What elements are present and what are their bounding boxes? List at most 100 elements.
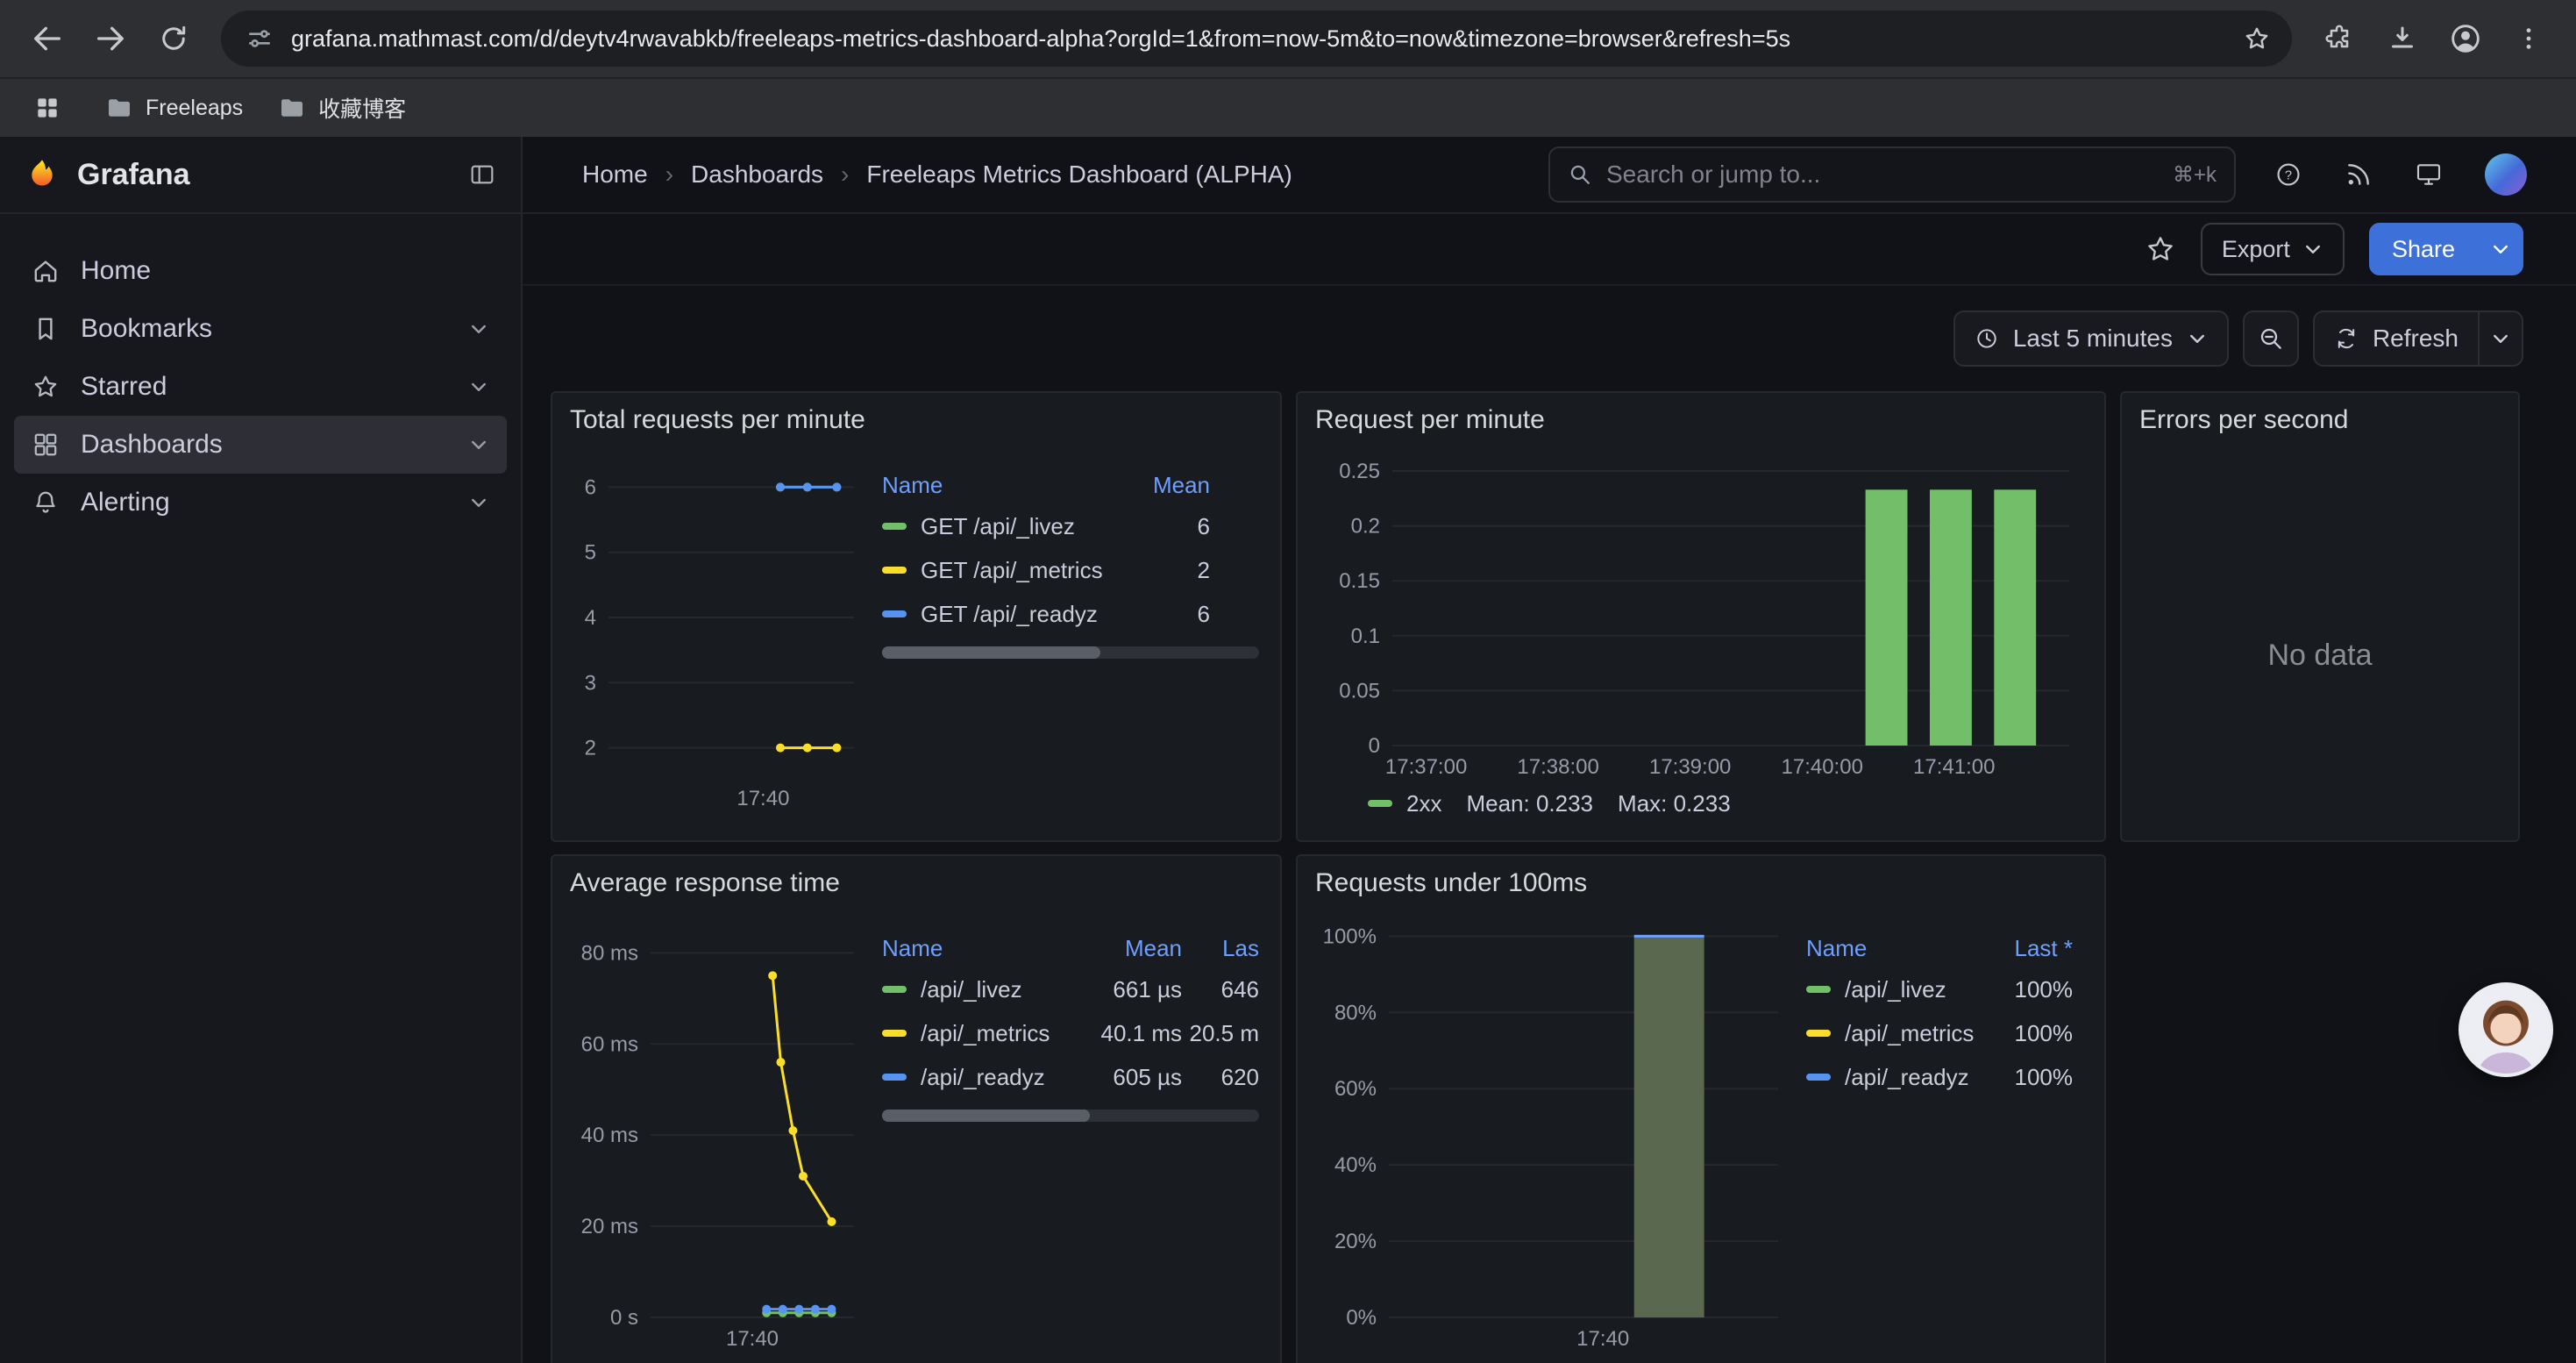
series-name[interactable]: /api/_readyz bbox=[921, 1064, 1045, 1091]
legend-header-last[interactable]: Last * bbox=[1982, 935, 2073, 962]
zoom-out-button[interactable] bbox=[2243, 310, 2299, 367]
legend-row: /api/_readyz 605 µs 620 bbox=[882, 1055, 1259, 1099]
share-button[interactable]: Share bbox=[2369, 223, 2478, 275]
svg-text:2: 2 bbox=[585, 737, 596, 760]
panel-requests-under-100ms: Requests under 100ms 0%20%40%60%80%100%1… bbox=[1296, 854, 2106, 1363]
svg-text:60 ms: 60 ms bbox=[581, 1032, 638, 1056]
chevron-down-icon[interactable] bbox=[468, 318, 489, 339]
legend-row: GET /api/_readyz 6 bbox=[882, 592, 1210, 636]
series-name[interactable]: /api/_metrics bbox=[1845, 1020, 1974, 1047]
request-per-minute-chart[interactable]: 00.050.10.150.20.2517:37:0017:38:0017:39… bbox=[1315, 440, 2087, 781]
bookmark-star-icon[interactable] bbox=[2232, 14, 2281, 63]
breadcrumb-dashboards[interactable]: Dashboards bbox=[691, 161, 823, 189]
panel-title[interactable]: Request per minute bbox=[1298, 393, 2104, 440]
svg-text:40 ms: 40 ms bbox=[581, 1124, 638, 1147]
breadcrumb-separator: › bbox=[841, 161, 849, 189]
share-button-group: Share bbox=[2369, 223, 2523, 275]
forward-button[interactable] bbox=[81, 9, 140, 68]
svg-text:17:40: 17:40 bbox=[726, 1327, 779, 1351]
series-name[interactable]: GET /api/_livez bbox=[921, 513, 1075, 540]
panel-title[interactable]: Requests under 100ms bbox=[1298, 856, 2104, 903]
extensions-icon[interactable] bbox=[2309, 9, 2369, 68]
panel-title[interactable]: Average response time bbox=[552, 856, 1280, 903]
help-icon[interactable]: ? bbox=[2274, 161, 2302, 189]
svg-text:17:37:00: 17:37:00 bbox=[1385, 755, 1467, 779]
url-text[interactable]: grafana.mathmast.com/d/deytv4rwavabkb/fr… bbox=[291, 25, 2215, 53]
refresh-button[interactable]: Refresh bbox=[2315, 312, 2478, 365]
requests-under-100ms-chart[interactable]: 0%20%40%60%80%100%17:40 bbox=[1308, 903, 1796, 1352]
series-mean: 605 µs bbox=[1080, 1064, 1182, 1091]
user-avatar[interactable] bbox=[2485, 153, 2527, 196]
apps-grid-icon[interactable] bbox=[25, 85, 70, 131]
scrollbar-thumb[interactable] bbox=[882, 646, 1100, 659]
favorite-star-icon[interactable] bbox=[2145, 233, 2176, 265]
back-button[interactable] bbox=[18, 9, 77, 68]
breadcrumb-home[interactable]: Home bbox=[582, 161, 648, 189]
sidebar-item-label: Alerting bbox=[81, 488, 170, 517]
svg-text:0 s: 0 s bbox=[610, 1306, 638, 1330]
series-name[interactable]: GET /api/_readyz bbox=[921, 601, 1098, 628]
series-swatch bbox=[882, 986, 907, 993]
chevron-down-icon[interactable] bbox=[468, 376, 489, 397]
legend-header-name[interactable]: Name bbox=[1806, 935, 1982, 962]
panel-title[interactable]: Total requests per minute bbox=[552, 393, 1280, 440]
svg-text:17:39:00: 17:39:00 bbox=[1649, 755, 1731, 779]
assistant-avatar-image bbox=[2462, 986, 2550, 1074]
breadcrumb-separator: › bbox=[665, 161, 673, 189]
legend-header-mean[interactable]: Mean bbox=[1080, 935, 1182, 962]
legend-hscrollbar[interactable] bbox=[882, 646, 1259, 659]
menu-kebab-icon[interactable] bbox=[2499, 9, 2558, 68]
series-name[interactable]: GET /api/_metrics bbox=[921, 557, 1103, 584]
svg-text:60%: 60% bbox=[1334, 1077, 1377, 1101]
legend-header-name[interactable]: Name bbox=[882, 472, 1108, 499]
site-info-icon[interactable] bbox=[246, 25, 274, 53]
address-bar[interactable]: grafana.mathmast.com/d/deytv4rwavabkb/fr… bbox=[221, 11, 2292, 67]
average-response-time-chart[interactable]: 0 s20 ms40 ms60 ms80 ms17:40 bbox=[563, 903, 872, 1352]
news-rss-icon[interactable] bbox=[2345, 161, 2373, 189]
scrollbar-thumb[interactable] bbox=[882, 1110, 1090, 1122]
bookmarks-bar: Freeleaps 收藏博客 bbox=[0, 77, 2576, 137]
breadcrumb-current[interactable]: Freeleaps Metrics Dashboard (ALPHA) bbox=[866, 161, 1292, 189]
legend-header-mean[interactable]: Mean bbox=[1108, 472, 1210, 499]
bookmark-folder-blog[interactable]: 收藏博客 bbox=[278, 92, 406, 124]
series-name[interactable]: /api/_metrics bbox=[921, 1020, 1050, 1047]
sidebar-item-starred[interactable]: Starred bbox=[14, 358, 507, 416]
total-requests-chart[interactable]: 6543217:40 bbox=[563, 440, 872, 812]
profile-icon[interactable] bbox=[2436, 9, 2495, 68]
search-box[interactable]: ⌘+k bbox=[1548, 146, 2236, 203]
dock-sidebar-icon[interactable] bbox=[468, 161, 496, 189]
series-mean: 661 µs bbox=[1080, 976, 1182, 1003]
bookmark-label: Freeleaps bbox=[146, 96, 243, 121]
monitor-icon[interactable] bbox=[2415, 161, 2443, 189]
legend-row: /api/_metrics 40.1 ms 20.5 m bbox=[882, 1011, 1259, 1055]
legend-hscrollbar[interactable] bbox=[882, 1110, 1259, 1122]
sidebar-item-home[interactable]: Home bbox=[14, 242, 507, 300]
sidebar-item-alerting[interactable]: Alerting bbox=[14, 474, 507, 532]
time-range-picker[interactable]: Last 5 minutes bbox=[1953, 310, 2229, 367]
panel-title[interactable]: Errors per second bbox=[2122, 393, 2518, 440]
assistant-avatar-button[interactable] bbox=[2459, 982, 2553, 1077]
series-swatch bbox=[1368, 800, 1392, 807]
grafana-logo[interactable] bbox=[25, 157, 60, 192]
series-name[interactable]: 2xx bbox=[1406, 790, 1441, 817]
series-name[interactable]: /api/_livez bbox=[1845, 976, 1946, 1003]
bookmark-folder-freeleaps[interactable]: Freeleaps bbox=[105, 94, 243, 122]
downloads-icon[interactable] bbox=[2373, 9, 2432, 68]
series-name[interactable]: /api/_readyz bbox=[1845, 1064, 1969, 1091]
series-name[interactable]: /api/_livez bbox=[921, 976, 1022, 1003]
legend-header-name[interactable]: Name bbox=[882, 935, 1080, 962]
sidebar-item-dashboards[interactable]: Dashboards bbox=[14, 416, 507, 474]
series-swatch bbox=[1806, 1074, 1831, 1081]
search-input[interactable] bbox=[1606, 161, 2159, 189]
legend-header-last[interactable]: Las bbox=[1182, 935, 1259, 962]
share-dropdown-button[interactable] bbox=[2478, 223, 2523, 275]
svg-text:17:38:00: 17:38:00 bbox=[1517, 755, 1598, 779]
sidebar-item-bookmarks[interactable]: Bookmarks bbox=[14, 300, 507, 358]
chevron-down-icon[interactable] bbox=[468, 434, 489, 455]
series-last: 100% bbox=[1982, 1020, 2073, 1047]
export-button[interactable]: Export bbox=[2201, 223, 2345, 275]
chevron-down-icon[interactable] bbox=[468, 492, 489, 513]
reload-button[interactable] bbox=[144, 9, 203, 68]
legend-row: GET /api/_metrics 2 bbox=[882, 548, 1210, 592]
refresh-interval-dropdown[interactable] bbox=[2478, 312, 2522, 365]
